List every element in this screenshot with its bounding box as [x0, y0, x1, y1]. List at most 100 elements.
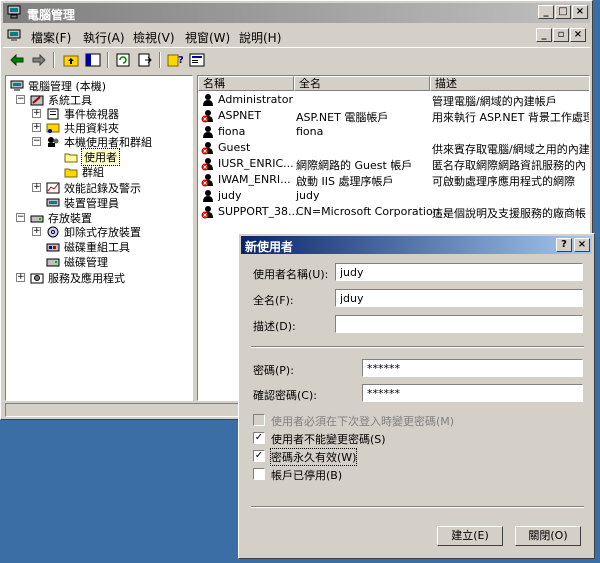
dialog-close-button[interactable]: × — [574, 238, 590, 252]
column-header-description[interactable]: 描述 — [430, 76, 589, 91]
tree-item-users[interactable]: 使用者 — [64, 147, 120, 166]
menu-bar: 檔案(F) 執行(A) 檢視(V) 視窗(W) 說明(H) _ ▫ × — [3, 25, 590, 48]
dialog-title: 新使用者 — [245, 240, 294, 254]
users-groups-icon — [48, 136, 59, 147]
shared-folder-icon — [46, 123, 60, 133]
tree-label: 本機使用者和群組 — [64, 135, 152, 149]
user-icon — [203, 190, 213, 202]
export-list-button[interactable] — [135, 51, 155, 69]
collapse-toggle[interactable]: − — [16, 213, 25, 222]
device-manager-icon — [46, 198, 60, 206]
maximize-button[interactable]: □ — [555, 5, 571, 19]
help-icon: ? — [167, 54, 183, 67]
cell-name: Guest — [218, 141, 251, 154]
cell-fullname: fiona — [296, 125, 324, 138]
create-button[interactable]: 建立(E) — [437, 526, 503, 546]
minimize-button[interactable]: _ — [538, 5, 554, 19]
divider — [251, 506, 584, 508]
forward-button[interactable] — [29, 51, 49, 69]
title-bar[interactable]: 電腦管理 _ □ × — [3, 3, 590, 23]
collapse-toggle[interactable]: − — [16, 95, 25, 104]
must-change-password-checkbox[interactable] — [253, 414, 265, 426]
close-dialog-button[interactable]: 關閉(O) — [515, 526, 581, 546]
show-hide-tree-button[interactable] — [83, 51, 103, 69]
tree-item-groups[interactable]: 群組 — [64, 164, 104, 179]
menu-window[interactable]: 視窗(W) — [185, 29, 230, 46]
help-button[interactable]: ? — [165, 51, 185, 69]
password-never-expires-checkbox[interactable]: ✓ — [253, 450, 265, 462]
table-row[interactable]: ASPNET ASP.NET 電腦帳戶 用來執行 ASP.NET 背景工作處理 — [198, 108, 589, 124]
removable-storage-icon — [47, 226, 59, 237]
forward-arrow-icon — [32, 54, 46, 66]
table-row[interactable]: IUSR_ENRIC... 網際網路的 Guest 帳戶 匿名存取網際網路資訊服務的… — [198, 156, 589, 172]
column-header-name[interactable]: 名稱 — [198, 76, 294, 91]
user-icon — [203, 94, 213, 106]
column-header-fullname[interactable]: 全名 — [294, 76, 430, 91]
tree-label: 群組 — [82, 165, 104, 179]
expand-toggle[interactable]: + — [16, 273, 25, 282]
password-input[interactable] — [362, 359, 583, 377]
table-row[interactable]: Administrator 管理電腦/網域的內建帳戶 — [198, 92, 589, 108]
tree-item-disk-management[interactable]: 磁碟管理 — [46, 254, 108, 269]
expand-toggle[interactable]: + — [32, 123, 41, 132]
tree-item-defragmenter[interactable]: 磁碟重組工具 — [46, 239, 130, 254]
disabled-user-icon — [201, 158, 213, 171]
table-row[interactable]: Guest 供來賓存取電腦/網域之用的內建 — [198, 140, 589, 156]
account-disabled-checkbox[interactable] — [253, 468, 265, 480]
tree-item-services-applications[interactable]: 服務及應用程式 — [30, 270, 125, 285]
disk-management-icon — [46, 258, 60, 266]
console-tree[interactable]: 電腦管理 (本機) − 系統工具 + 事件檢視器 + 共用資料夾 − 本機使用者… — [5, 75, 193, 401]
tree-item-local-users-groups[interactable]: 本機使用者和群組 — [46, 134, 152, 149]
tree-item-device-manager[interactable]: 裝置管理員 — [46, 195, 119, 210]
mdi-close-button[interactable]: × — [570, 28, 586, 42]
collapse-toggle[interactable]: − — [32, 137, 41, 146]
dialog-title-bar[interactable]: 新使用者 ? × — [241, 236, 592, 254]
table-row[interactable]: fiona fiona — [198, 124, 589, 140]
tree-label: 裝置管理員 — [64, 196, 119, 210]
expand-toggle[interactable]: + — [32, 109, 41, 118]
fullname-label: 全名(F): — [253, 294, 294, 307]
confirm-password-label: 確認密碼(C): — [253, 389, 317, 402]
account-disabled-label: 帳戶已停用(B) — [271, 469, 343, 482]
username-input[interactable] — [335, 263, 583, 281]
table-row[interactable]: IWAM_ENRI... 啟動 IIS 處理序帳戶 可啟動處理序應用程式的網際 — [198, 172, 589, 188]
cell-fullname: judy — [296, 189, 320, 202]
performance-logs-icon — [46, 182, 60, 193]
properties-button[interactable] — [187, 51, 207, 69]
expand-toggle[interactable]: + — [32, 227, 41, 236]
disabled-user-icon — [201, 206, 213, 219]
confirm-password-input[interactable] — [362, 384, 583, 402]
cell-name: Administrator — [218, 93, 293, 106]
tree-item-performance-logs[interactable]: 效能記錄及警示 — [46, 180, 141, 195]
menu-view[interactable]: 檢視(V) — [133, 29, 175, 46]
cannot-change-password-label: 使用者不能變更密碼(S) — [271, 433, 386, 446]
folder-icon — [64, 168, 78, 177]
services-applications-icon — [30, 273, 44, 283]
dialog-help-button[interactable]: ? — [556, 238, 572, 252]
tree-label-selected: 使用者 — [81, 147, 120, 166]
back-arrow-icon — [10, 54, 24, 66]
must-change-password-label: 使用者必須在下次登入時變更密碼(M) — [271, 415, 455, 428]
window-title: 電腦管理 — [27, 8, 76, 22]
table-row[interactable]: SUPPORT_38... CN=Microsoft Corporation...… — [198, 204, 589, 220]
divider — [251, 346, 584, 348]
fullname-input[interactable] — [335, 289, 583, 307]
menu-file[interactable]: 檔案(F) — [31, 29, 71, 46]
export-icon — [138, 53, 152, 67]
tree-item-removable-storage[interactable]: 卸除式存放裝置 — [46, 224, 141, 239]
menu-action[interactable]: 執行(A) — [83, 29, 125, 46]
cell-name: IUSR_ENRIC... — [218, 157, 294, 170]
cannot-change-password-checkbox[interactable]: ✓ — [253, 432, 265, 444]
up-one-level-button[interactable] — [61, 51, 81, 69]
back-button[interactable] — [7, 51, 27, 69]
mdi-restore-button[interactable]: ▫ — [553, 28, 569, 42]
table-row[interactable]: judy judy — [198, 188, 589, 204]
refresh-button[interactable] — [113, 51, 133, 69]
close-button[interactable]: × — [572, 5, 588, 19]
description-input[interactable] — [335, 315, 583, 333]
mdi-minimize-button[interactable]: _ — [536, 28, 552, 42]
menu-help[interactable]: 說明(H) — [239, 29, 281, 46]
cell-description: 匿名存取網際網路資訊服務的內 — [432, 159, 586, 172]
username-label: 使用者名稱(U): — [253, 268, 329, 281]
expand-toggle[interactable]: + — [32, 183, 41, 192]
